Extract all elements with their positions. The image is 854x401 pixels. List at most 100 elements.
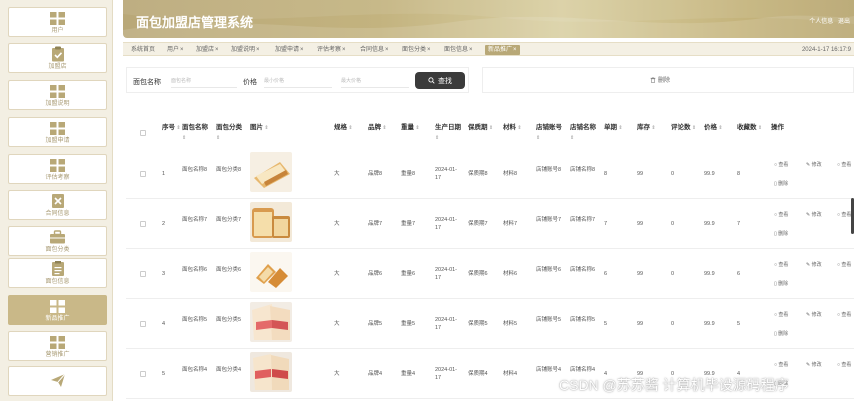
edit-button[interactable]: ✎ 修改 (806, 311, 822, 318)
tab-close-icon[interactable]: × (385, 47, 389, 53)
column-header[interactable]: 单期 ⇕ (604, 123, 634, 133)
column-header[interactable]: 评论数 ⇕ (671, 123, 701, 133)
view-button-more[interactable]: ○ 查看 (837, 161, 851, 168)
sort-icon[interactable]: ⇕ (216, 135, 220, 141)
column-header[interactable]: 店铺名称 ⇕ (570, 123, 600, 143)
column-header[interactable]: 重量 ⇕ (401, 123, 431, 133)
min-price-input[interactable] (264, 74, 332, 88)
column-header[interactable]: 规格 ⇕ (334, 123, 364, 133)
sidebar-item-4[interactable]: 评估考察 (8, 154, 107, 184)
column-header[interactable]: 材料 ⇕ (503, 123, 533, 133)
tab-close-icon[interactable]: × (300, 47, 304, 53)
tab-close-icon[interactable]: × (513, 47, 517, 53)
sort-icon[interactable]: ⇕ (182, 135, 186, 141)
sidebar-item-9[interactable]: 营销推广 (8, 331, 107, 361)
column-header[interactable]: 生产日期 ⇕ (435, 123, 465, 143)
edit-button[interactable]: ✎ 修改 (806, 261, 822, 268)
row-checkbox[interactable] (140, 271, 146, 277)
row-checkbox[interactable] (140, 371, 146, 377)
row-checkbox[interactable] (140, 321, 146, 327)
sort-icon[interactable]: ⇕ (757, 125, 762, 131)
column-header-label: 收藏数 (737, 124, 757, 131)
column-header[interactable]: 保质期 ⇕ (468, 123, 498, 133)
edit-button[interactable]: ✎ 修改 (806, 161, 822, 168)
sort-icon[interactable]: ⇕ (516, 125, 521, 131)
sidebar-item-0[interactable]: 用户 (8, 7, 107, 37)
column-header[interactable]: 库存 ⇕ (637, 123, 667, 133)
column-header[interactable]: 图片 ⇕ (250, 123, 310, 133)
batch-delete-label: 删除 (658, 78, 671, 84)
edit-button[interactable]: ✎ 修改 (806, 361, 822, 368)
sidebar-item-7[interactable]: 面包信息 (8, 258, 107, 288)
sort-icon[interactable]: ⇕ (717, 125, 722, 131)
view-button-more[interactable]: ○ 查看 (837, 311, 851, 318)
sort-icon[interactable]: ⇕ (263, 125, 268, 131)
search-button[interactable]: 查找 (415, 72, 465, 89)
sort-icon[interactable]: ⇕ (536, 135, 540, 141)
sidebar-item-3[interactable]: 加盟申请 (8, 117, 107, 147)
column-header-label: 店铺账号 (536, 124, 562, 131)
batch-delete-button[interactable]: 删除 (650, 75, 670, 84)
tab-1[interactable]: 用户× (167, 45, 184, 55)
tab-2[interactable]: 加盟店× (196, 45, 219, 55)
sort-icon[interactable]: ⇕ (435, 135, 439, 141)
tab-4[interactable]: 加盟申请× (275, 45, 304, 55)
sort-icon[interactable]: ⇕ (570, 135, 574, 141)
profile-link[interactable]: 个人信息 (809, 19, 833, 25)
column-header[interactable]: 品牌 ⇕ (368, 123, 398, 133)
delete-button[interactable]: ▯ 删除 (774, 230, 788, 237)
tab-6[interactable]: 合同信息× (360, 45, 389, 55)
column-header[interactable]: 收藏数 ⇕ (737, 123, 767, 133)
tab-0[interactable]: 系统首页 (131, 45, 155, 55)
max-price-input[interactable] (341, 74, 409, 88)
sidebar-item-1[interactable]: 加盟店 (8, 43, 107, 73)
tab-close-icon[interactable]: × (256, 47, 260, 53)
sidebar-item-5[interactable]: 合同信息 (8, 190, 107, 220)
sidebar-item-10[interactable] (8, 366, 107, 396)
sidebar-item-6[interactable]: 面包分类 (8, 226, 107, 256)
sort-icon[interactable]: ⇕ (381, 125, 386, 131)
sort-icon[interactable]: ⇕ (175, 125, 180, 131)
column-header[interactable]: 面包名称 ⇕ (182, 123, 212, 143)
name-search-input[interactable] (171, 74, 237, 88)
sort-icon[interactable]: ⇕ (691, 125, 696, 131)
select-all-checkbox[interactable] (140, 130, 146, 136)
cell-comments: 0 (671, 171, 675, 177)
sort-icon[interactable]: ⇕ (414, 125, 419, 131)
view-button[interactable]: ○ 查看 (774, 361, 788, 368)
column-header[interactable]: 操作 (771, 123, 801, 132)
view-button[interactable]: ○ 查看 (774, 311, 788, 318)
sort-icon[interactable]: ⇕ (488, 125, 493, 131)
edit-button[interactable]: ✎ 修改 (806, 211, 822, 218)
delete-button[interactable]: ▯ 删除 (774, 180, 788, 187)
view-button[interactable]: ○ 查看 (774, 161, 788, 168)
tab-close-icon[interactable]: × (215, 47, 219, 53)
sidebar-item-8[interactable]: 新品推广 (8, 295, 107, 325)
tab-close-icon[interactable]: × (180, 47, 184, 53)
view-button[interactable]: ○ 查看 (774, 211, 788, 218)
delete-button[interactable]: ▯ 删除 (774, 330, 788, 337)
tab-close-icon[interactable]: × (469, 47, 473, 53)
tab-close-icon[interactable]: × (427, 47, 431, 53)
row-checkbox[interactable] (140, 221, 146, 227)
delete-button[interactable]: ▯ 删除 (774, 280, 788, 287)
view-button-more[interactable]: ○ 查看 (837, 211, 851, 218)
logout-link[interactable]: 退出 (838, 19, 850, 25)
tab-3[interactable]: 加盟说明× (231, 45, 260, 55)
view-button-more[interactable]: ○ 查看 (837, 361, 851, 368)
tab-8[interactable]: 面包信息× (444, 45, 473, 55)
tab-5[interactable]: 评估考察× (317, 45, 346, 55)
column-header[interactable]: 面包分类 ⇕ (216, 123, 246, 143)
column-header[interactable]: 店铺账号 ⇕ (536, 123, 566, 143)
column-header[interactable]: 价格 ⇕ (704, 123, 734, 133)
sort-icon[interactable]: ⇕ (617, 125, 622, 131)
tab-7[interactable]: 面包分类× (402, 45, 431, 55)
tab-close-icon[interactable]: × (342, 47, 346, 53)
sort-icon[interactable]: ⇕ (650, 125, 655, 131)
sidebar-item-2[interactable]: 加盟说明 (8, 80, 107, 110)
view-button-more[interactable]: ○ 查看 (837, 261, 851, 268)
row-checkbox[interactable] (140, 171, 146, 177)
view-button[interactable]: ○ 查看 (774, 261, 788, 268)
tab-9[interactable]: 新品推广× (485, 45, 520, 55)
sort-icon[interactable]: ⇕ (347, 125, 352, 131)
